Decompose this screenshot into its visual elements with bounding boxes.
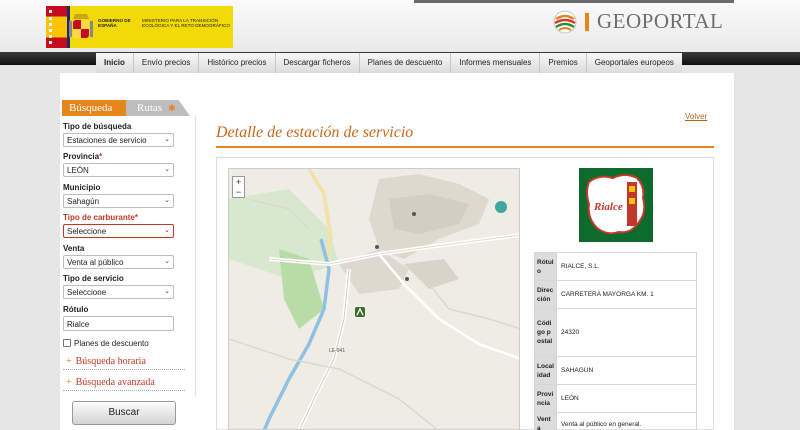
localidad-value: SAHAGUN	[556, 356, 697, 385]
chevron-down-icon: ⌄	[164, 258, 170, 265]
chevron-down-icon: ⌄	[164, 227, 170, 234]
station-brand-logo: Rialce	[579, 168, 653, 242]
volver-link[interactable]: Volver	[685, 112, 707, 121]
rialce-logo-text: Rialce	[593, 201, 623, 213]
carburante-value: Seleccione	[67, 227, 107, 236]
table-row: Venta Venta al público en general.	[534, 412, 697, 430]
chevron-down-icon: ⌄	[164, 136, 170, 143]
map-road-label: LE-941	[329, 348, 345, 354]
required-mark: *	[134, 213, 138, 222]
tipo-busqueda-label: Tipo de búsqueda	[63, 122, 132, 131]
nav-item-envio-precios[interactable]: Envío precios	[133, 53, 200, 73]
municipio-label: Municipio	[63, 183, 101, 192]
station-info-table: Rótulo RIALCE, S.L. Dirección CARRETERA MA…	[534, 252, 697, 430]
busqueda-avanzada-link[interactable]: + Búsqueda avanzada	[63, 377, 185, 391]
rotulo-label: Rótulo	[63, 305, 89, 314]
header-top-bar	[414, 0, 734, 3]
planes-descuento-checkbox[interactable]	[63, 339, 71, 347]
map-canvas: LE-941	[229, 169, 519, 429]
page-title: Detalle de estación de servicio	[216, 124, 414, 141]
plus-icon: +	[66, 356, 72, 367]
tab-rutas-label: Rutas	[137, 102, 163, 114]
nav-item-inicio[interactable]: Inicio	[96, 53, 134, 73]
chevron-down-icon: ⌄	[164, 288, 170, 295]
municipio-value: Sahagún	[67, 197, 100, 206]
spanish-flag-icon	[46, 6, 70, 48]
rotulo-input[interactable]: Rialce	[63, 316, 174, 331]
table-row: Código postal 24320	[534, 308, 697, 357]
map-zoom-control[interactable]: + −	[232, 176, 245, 198]
table-row: Localidad SAHAGUN	[534, 356, 697, 385]
tab-busqueda[interactable]: Búsqueda	[62, 100, 126, 116]
title-rule	[216, 146, 714, 148]
tipo-servicio-value: Seleccione	[67, 288, 107, 297]
codigo-postal-value: 24320	[556, 308, 697, 357]
busqueda-avanzada-label: Búsqueda avanzada	[75, 377, 155, 388]
planes-descuento-label: Planes de descuento	[74, 339, 149, 348]
nav-item-historico-precios[interactable]: Histórico precios	[199, 53, 276, 73]
nav-item-descargar-ficheros[interactable]: Descargar ficheros	[275, 53, 360, 73]
venta-value: Venta al público en general.	[556, 412, 697, 430]
chevron-down-icon: ⌄	[164, 166, 170, 173]
carburante-label-text: Tipo de carburante	[63, 213, 135, 222]
table-row: Provincia LEÓN	[534, 384, 697, 413]
municipio-select[interactable]: Sahagún ⌄	[63, 194, 174, 208]
brand-title[interactable]: GEOPORTAL	[597, 9, 723, 34]
localidad-key: Localidad	[534, 356, 557, 385]
page-header: GOBIERNO DE ESPAÑA MINISTERIO PARA LA TR…	[0, 0, 800, 52]
nav-item-planes-descuento[interactable]: Planes de descuento	[359, 53, 452, 73]
brand-divider	[585, 13, 589, 31]
provincia-label-text: Provincia	[63, 152, 100, 161]
provincia-select[interactable]: LEÓN ⌄	[63, 163, 174, 177]
zoom-out-icon[interactable]: −	[236, 187, 241, 197]
venta-select[interactable]: Venta al público ⌄	[63, 255, 174, 269]
provincia-value: LEÓN	[67, 166, 89, 175]
provincia-label: Provincia*	[63, 152, 102, 161]
provincia-key: Provincia	[534, 384, 557, 413]
government-text: GOBIERNO DE ESPAÑA	[98, 18, 131, 29]
tipo-servicio-select[interactable]: Seleccione ⌄	[63, 285, 174, 299]
codigo-postal-key: Código postal	[534, 308, 557, 357]
coat-of-arms-icon	[69, 14, 93, 38]
government-logo[interactable]: GOBIERNO DE ESPAÑA MINISTERIO PARA LA TR…	[46, 6, 233, 48]
busqueda-horaria-link[interactable]: + Búsqueda horaria	[63, 356, 185, 370]
tipo-busqueda-value: Estaciones de servicio	[67, 136, 147, 145]
asterisk-icon: ✱	[168, 103, 176, 113]
venta-key: Venta	[534, 412, 557, 430]
chevron-down-icon: ⌄	[164, 197, 170, 204]
main-nav: Inicio Envío precios Histórico precios D…	[96, 53, 682, 73]
carburante-label: Tipo de carburante*	[63, 213, 138, 222]
station-map[interactable]: LE-941	[228, 168, 520, 430]
plus-icon: +	[66, 377, 72, 388]
rotulo-key: Rótulo	[534, 252, 557, 281]
direccion-key: Dirección	[534, 280, 557, 309]
tipo-servicio-label: Tipo de servicio	[63, 274, 124, 283]
nav-item-geoportales-europeos[interactable]: Geoportales europeos	[586, 53, 682, 73]
table-row: Rótulo RIALCE, S.L.	[534, 252, 697, 281]
ministry-text: MINISTERIO PARA LA TRANSICIÓN ECOLÓGICA …	[142, 18, 230, 29]
nav-item-informes-mensuales[interactable]: Informes mensuales	[451, 53, 541, 73]
zoom-in-icon[interactable]: +	[236, 177, 241, 187]
required-mark: *	[99, 152, 103, 161]
rotulo-value: RIALCE, S.L.	[556, 252, 697, 281]
geoportal-globe-icon	[553, 10, 577, 34]
venta-value: Venta al público	[67, 258, 124, 267]
venta-label: Venta	[63, 244, 85, 253]
direccion-value: CARRETERA MAYORGA KM. 1	[556, 280, 697, 309]
rialce-logo: Rialce	[586, 174, 646, 235]
buscar-button[interactable]: Buscar	[72, 401, 176, 425]
nav-item-premios[interactable]: Premios	[540, 53, 587, 73]
carburante-select[interactable]: Seleccione ⌄	[63, 224, 174, 238]
table-row: Dirección CARRETERA MAYORGA KM. 1	[534, 280, 697, 309]
provincia-value: LEÓN	[556, 384, 697, 413]
busqueda-horaria-label: Búsqueda horaria	[75, 356, 146, 367]
tipo-busqueda-select[interactable]: Estaciones de servicio ⌄	[63, 133, 174, 147]
